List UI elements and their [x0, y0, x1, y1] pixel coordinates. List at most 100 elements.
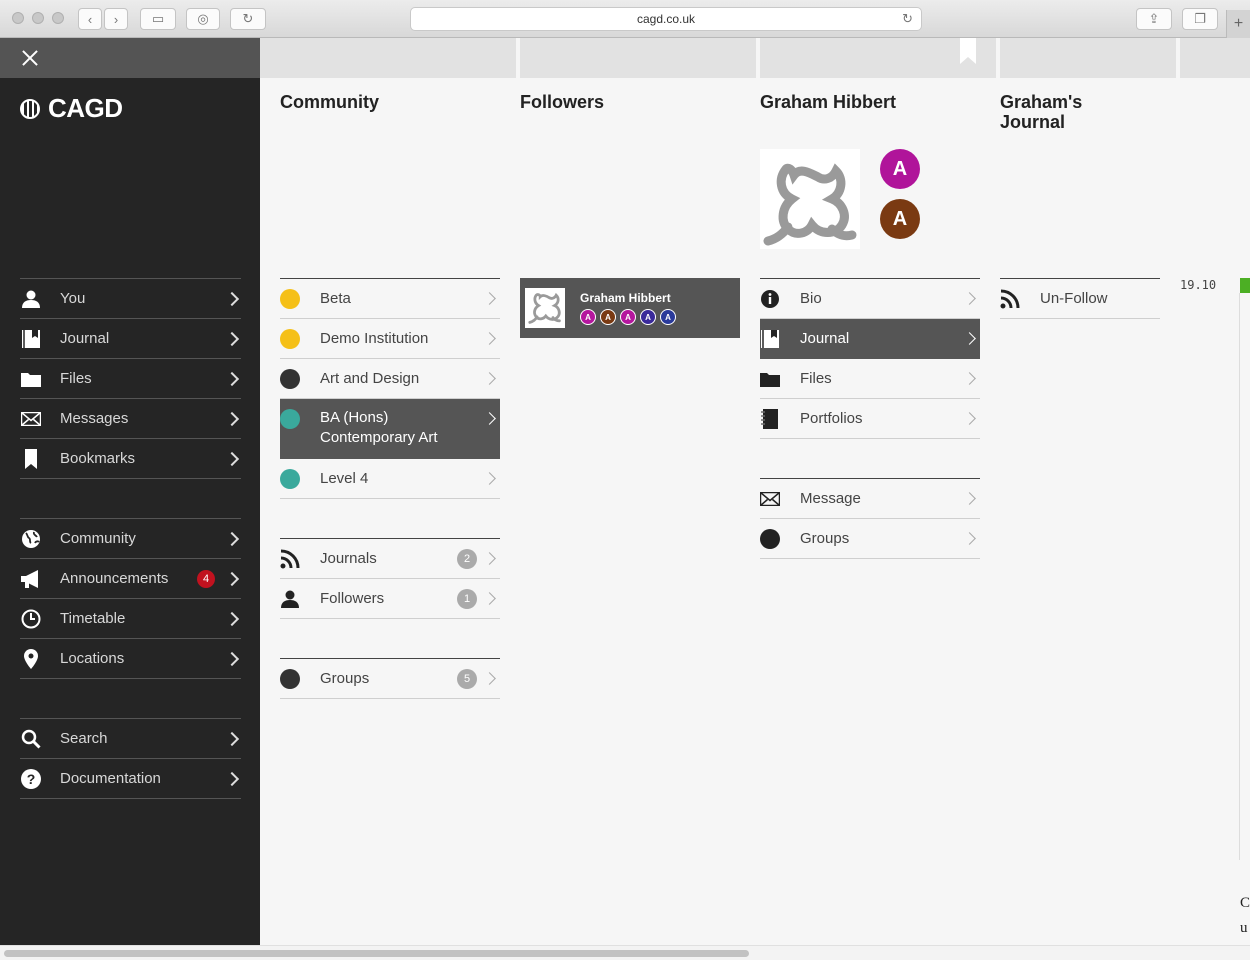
- profile-menu-files[interactable]: Files: [760, 359, 980, 399]
- plus-icon: +: [1233, 15, 1244, 32]
- groups-label: Groups: [320, 669, 370, 687]
- reload-toolbar-button[interactable]: ↻: [230, 8, 266, 30]
- follower-badges: AAAAA: [580, 309, 680, 325]
- journal-timestamp: 19.10: [1180, 278, 1217, 292]
- sidebar-item-community[interactable]: Community: [20, 519, 241, 559]
- profile-badge-a[interactable]: A: [880, 199, 920, 239]
- profile-action-groups-label: Groups: [800, 529, 850, 547]
- close-icon[interactable]: [20, 48, 40, 68]
- profile-action-message-label: Message: [800, 489, 861, 507]
- institution-label: Beta: [320, 289, 351, 307]
- journal-icon: [20, 328, 42, 350]
- column-tab-community[interactable]: [260, 38, 516, 78]
- folder-icon: [20, 368, 42, 390]
- sidebar-item-label: Locations: [60, 650, 125, 667]
- sidebar-item-label: Timetable: [60, 610, 126, 627]
- chevron-right-icon: [483, 412, 496, 425]
- institution-label: Demo Institution: [320, 329, 429, 347]
- chevron-right-icon: [224, 451, 240, 466]
- follower-avatar: [525, 288, 565, 328]
- sidebar-item-journal[interactable]: Journal: [20, 319, 241, 359]
- profile-menu-portfolios[interactable]: Portfolios: [760, 399, 980, 439]
- bookmark-icon: [20, 448, 42, 470]
- chevron-right-icon: [483, 552, 496, 565]
- community-groups-list: Groups 5: [280, 658, 500, 699]
- sidebar-item-messages[interactable]: Messages: [20, 399, 241, 439]
- chevron-right-icon: [483, 592, 496, 605]
- feed-list: Journals 2 Followers 1: [280, 538, 500, 619]
- follower-badge: A: [580, 309, 596, 325]
- bookmark-icon[interactable]: [960, 38, 976, 64]
- chevron-right-icon: [224, 291, 240, 306]
- browser-toolbar: ‹ › ▭ ◎ ↻ cagd.co.uk ↻ ⇪ ❐ +: [0, 0, 1250, 38]
- sidebar-toggle-button[interactable]: ▭: [140, 8, 176, 30]
- institution-color-dot: [280, 288, 300, 309]
- chevron-right-icon: [224, 611, 240, 626]
- profile-actions: Message Groups: [760, 478, 980, 559]
- chevron-right-icon: [483, 672, 496, 685]
- institution-color-dot: [280, 328, 300, 349]
- extensions-button[interactable]: ◎: [186, 8, 220, 30]
- profile-action-groups[interactable]: Groups: [760, 519, 980, 559]
- envelope-icon: [20, 408, 42, 430]
- reload-icon[interactable]: ↻: [902, 11, 913, 27]
- share-icon: ⇪: [1148, 11, 1160, 26]
- count-badge: 1: [457, 588, 477, 609]
- follower-card[interactable]: Graham Hibbert AAAAA: [520, 278, 740, 338]
- window-close-button[interactable]: [12, 12, 24, 24]
- feed-item-journals[interactable]: Journals 2: [280, 539, 500, 579]
- groups-item[interactable]: Groups 5: [280, 659, 500, 699]
- column-tab-extra[interactable]: [1180, 38, 1250, 78]
- sidebar-item-label: Messages: [60, 410, 129, 427]
- search-icon: [20, 728, 42, 750]
- column-tab-followers[interactable]: [520, 38, 756, 78]
- institution-item[interactable]: Level 4: [280, 459, 500, 499]
- column-tab-profile[interactable]: [760, 38, 996, 78]
- back-button[interactable]: ‹: [78, 8, 102, 30]
- follower-badge: A: [620, 309, 636, 325]
- profile-menu-bio[interactable]: Bio: [760, 279, 980, 319]
- chevron-right-icon: [963, 412, 976, 425]
- tabs-overview-button[interactable]: ❐: [1182, 8, 1218, 30]
- sidebar-item-search[interactable]: Search: [20, 719, 241, 759]
- profile-action-message[interactable]: Message: [760, 479, 980, 519]
- column-tab-journal[interactable]: [1000, 38, 1176, 78]
- circle-icon: [280, 668, 300, 689]
- scrollbar-thumb[interactable]: [4, 950, 749, 957]
- sidebar-item-documentation[interactable]: ? Documentation: [20, 759, 241, 799]
- sidebar-item-files[interactable]: Files: [20, 359, 241, 399]
- sidebar-nav-community: Community Announcements 4 Timetable Location…: [20, 518, 241, 679]
- profile-badge-a[interactable]: A: [880, 149, 920, 189]
- profile-menu-files-label: Files: [800, 369, 832, 387]
- forward-button[interactable]: ›: [104, 8, 128, 30]
- feed-item-followers[interactable]: Followers 1: [280, 579, 500, 619]
- sidebar-item-announcements[interactable]: Announcements 4: [20, 559, 241, 599]
- clock-icon: [20, 608, 42, 630]
- logo[interactable]: CAGD: [20, 93, 123, 124]
- institution-item[interactable]: Art and Design: [280, 359, 500, 399]
- sidebar-item-timetable[interactable]: Timetable: [20, 599, 241, 639]
- window-zoom-button[interactable]: [52, 12, 64, 24]
- new-tab-button[interactable]: +: [1226, 10, 1250, 38]
- followers-title: Followers: [520, 92, 605, 112]
- feed-label: Journals: [320, 549, 377, 567]
- follower-badge: A: [600, 309, 616, 325]
- profile-menu-journal-label: Journal: [800, 329, 850, 347]
- sidebar-item-you[interactable]: You: [20, 279, 241, 319]
- institution-item[interactable]: BA (Hons) Contemporary Art: [280, 399, 500, 459]
- horizontal-scrollbar[interactable]: [0, 945, 1250, 960]
- institution-item[interactable]: Demo Institution: [280, 319, 500, 359]
- profile-menu-journal[interactable]: Journal: [760, 319, 980, 359]
- window-minimize-button[interactable]: [32, 12, 44, 24]
- sidebar-item-locations[interactable]: Locations: [20, 639, 241, 679]
- sidebar-nav-help: Search? Documentation: [20, 718, 241, 799]
- sidebar-item-bookmarks[interactable]: Bookmarks: [20, 439, 241, 479]
- journal-icon: [760, 329, 780, 349]
- svg-text:?: ?: [27, 771, 36, 787]
- sidebar-header: [0, 38, 260, 78]
- address-bar[interactable]: cagd.co.uk ↻: [410, 7, 922, 31]
- institution-item[interactable]: Beta: [280, 279, 500, 319]
- share-button[interactable]: ⇪: [1136, 8, 1172, 30]
- unfollow-button[interactable]: Un-Follow: [1000, 279, 1160, 319]
- chevron-right-icon: [963, 492, 976, 505]
